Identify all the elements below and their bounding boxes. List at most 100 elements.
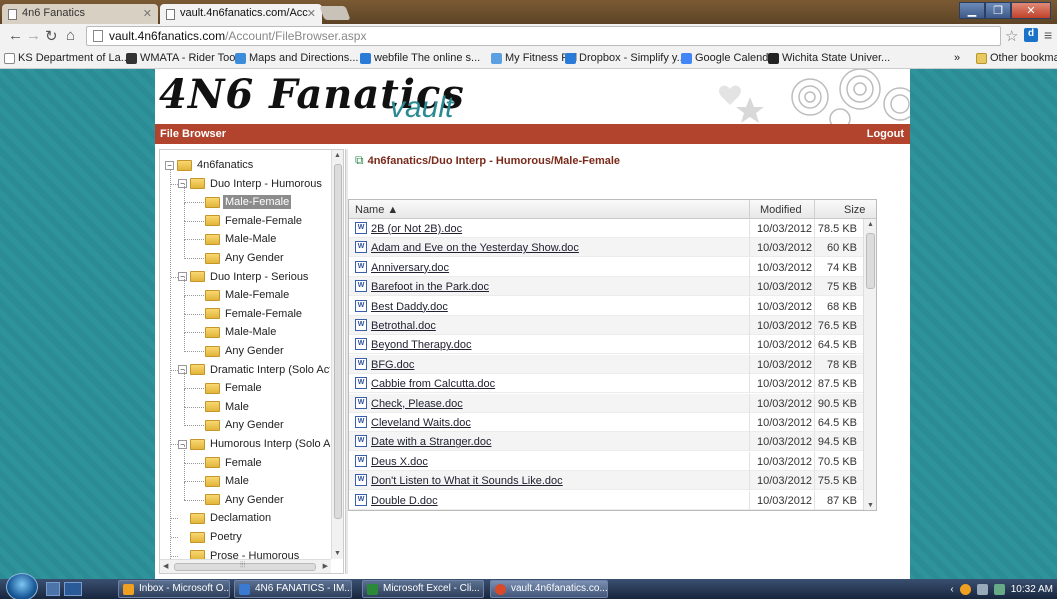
- clock[interactable]: 10:32 AM: [1011, 584, 1053, 595]
- scrollbar-thumb[interactable]: [334, 164, 342, 519]
- taskbar-item-outlook[interactable]: Inbox - Microsoft O...: [118, 580, 230, 598]
- tree-horizontal-scrollbar[interactable]: ◀ ⦙⦙⦙ ▶: [160, 559, 331, 573]
- minimize-button[interactable]: ▁: [959, 2, 985, 19]
- tree-node[interactable]: Female: [205, 379, 264, 397]
- file-name-link[interactable]: Beyond Therapy.doc: [371, 339, 472, 351]
- file-row[interactable]: W Anniversary.doc 10/03/2012 74 KB: [349, 257, 863, 277]
- file-row[interactable]: W Don't Listen to What it Sounds Like.doc…: [349, 471, 863, 491]
- bookmark-item[interactable]: Google Calendar: [681, 52, 778, 64]
- taskbar-item-chrome[interactable]: vault.4n6fanatics.co...: [490, 580, 608, 598]
- tree-node[interactable]: Female-Female: [205, 305, 304, 323]
- file-name-link[interactable]: Cleveland Waits.doc: [371, 417, 471, 429]
- column-header-modified[interactable]: Modified: [760, 204, 802, 216]
- file-row[interactable]: W Check, Please.doc 10/03/2012 90.5 KB: [349, 393, 863, 413]
- collapse-icon[interactable]: −: [178, 365, 187, 375]
- bookmark-item[interactable]: KS Department of La...: [4, 52, 130, 64]
- file-row[interactable]: W Cabbie from Calcutta.doc 10/03/2012 87.5 …: [349, 374, 863, 394]
- bookmark-item[interactable]: Wichita State Univer...: [768, 52, 890, 64]
- volume-icon[interactable]: [993, 583, 1005, 595]
- tree-node[interactable]: Poetry: [178, 528, 244, 546]
- tray-overflow-icon[interactable]: ‹: [950, 584, 953, 595]
- file-row[interactable]: W 2B (or Not 2B).doc 10/03/2012 78.5 KB: [349, 219, 863, 238]
- file-row[interactable]: W Deus X.doc 10/03/2012 70.5 KB: [349, 451, 863, 471]
- browser-tab-vault[interactable]: vault.4n6fanatics.com/Acc ✕: [160, 4, 322, 24]
- maximize-button[interactable]: ❐: [985, 2, 1011, 19]
- scroll-right-icon[interactable]: ▶: [323, 562, 328, 570]
- column-divider[interactable]: [814, 200, 815, 219]
- file-name-link[interactable]: Double D.doc: [371, 495, 438, 507]
- scroll-down-icon[interactable]: ▼: [867, 502, 874, 509]
- collapse-icon[interactable]: −: [178, 179, 187, 189]
- file-name-link[interactable]: 2B (or Not 2B).doc: [371, 223, 462, 235]
- file-name-link[interactable]: Adam and Eve on the Yesterday Show.doc: [371, 242, 579, 254]
- file-name-link[interactable]: Best Daddy.doc: [371, 301, 448, 313]
- tree-node[interactable]: Male-Male: [205, 323, 278, 341]
- tree-node[interactable]: Male-Female: [205, 286, 291, 304]
- window-close-button[interactable]: ✕: [1011, 2, 1051, 19]
- scrollbar-thumb[interactable]: [866, 233, 875, 289]
- tree-node[interactable]: Male: [205, 472, 251, 490]
- extension-icon[interactable]: d: [1024, 28, 1038, 42]
- tree-node[interactable]: − Humorous Interp (Solo Acting): [178, 435, 330, 453]
- menu-icon[interactable]: ≡: [1044, 27, 1052, 43]
- file-name-link[interactable]: BFG.doc: [371, 359, 414, 371]
- file-row[interactable]: W Barefoot in the Park.doc 10/03/2012 75 KB: [349, 277, 863, 297]
- quick-launch-icon[interactable]: [64, 582, 82, 596]
- reload-icon[interactable]: ↻: [45, 27, 58, 45]
- browser-tab-4n6-fanatics[interactable]: 4n6 Fanatics ✕: [2, 4, 158, 24]
- file-row[interactable]: W BFG.doc 10/03/2012 78 KB: [349, 354, 863, 374]
- file-name-link[interactable]: Betrothal.doc: [371, 320, 436, 332]
- tree-node[interactable]: Declamation: [178, 509, 273, 527]
- tree-node[interactable]: − Dramatic Interp (Solo Acting): [178, 361, 330, 379]
- tree-vertical-scrollbar[interactable]: ▲ ▼: [331, 150, 343, 559]
- tree-node[interactable]: Male: [205, 398, 251, 416]
- bookmark-item[interactable]: Maps and Directions...: [235, 52, 358, 64]
- file-row[interactable]: W Adam and Eve on the Yesterday Show.doc 1…: [349, 238, 863, 258]
- taskbar-item-im[interactable]: 4N6 FANATICS - IM...: [234, 580, 352, 598]
- show-desktop-icon[interactable]: [46, 582, 60, 596]
- file-name-link[interactable]: Date with a Stranger.doc: [371, 436, 491, 448]
- address-bar[interactable]: vault.4n6fanatics.com/Account/FileBrowse…: [86, 26, 1001, 46]
- tree-node[interactable]: − Duo Interp - Humorous: [178, 175, 324, 193]
- file-name-link[interactable]: Don't Listen to What it Sounds Like.doc: [371, 475, 563, 487]
- file-row[interactable]: W Best Daddy.doc 10/03/2012 68 KB: [349, 296, 863, 316]
- close-icon[interactable]: ✕: [307, 7, 316, 20]
- scroll-up-icon[interactable]: ▲: [867, 221, 874, 228]
- file-name-link[interactable]: Check, Please.doc: [371, 398, 463, 410]
- file-name-link[interactable]: Deus X.doc: [371, 456, 428, 468]
- tree-node[interactable]: Prose - Humorous: [178, 547, 301, 559]
- network-icon[interactable]: [976, 583, 988, 595]
- new-tab-button[interactable]: [319, 6, 351, 20]
- bookmark-star-icon[interactable]: ☆: [1005, 27, 1018, 45]
- tree-node[interactable]: Female-Female: [205, 212, 304, 230]
- file-name-link[interactable]: Cabbie from Calcutta.doc: [371, 378, 495, 390]
- tree-node[interactable]: Male-Male: [205, 230, 278, 248]
- tree-node[interactable]: Any Gender: [205, 491, 286, 509]
- other-bookmarks-folder[interactable]: Other bookmarks: [976, 52, 1057, 64]
- tree-node[interactable]: Any Gender: [205, 342, 286, 360]
- close-icon[interactable]: ✕: [143, 7, 152, 20]
- home-icon[interactable]: ⌂: [66, 27, 75, 44]
- column-header-name[interactable]: Name ▲: [355, 204, 398, 216]
- file-row[interactable]: W Cleveland Waits.doc 10/03/2012 64.5 KB: [349, 413, 863, 432]
- scroll-down-icon[interactable]: ▼: [334, 550, 341, 557]
- collapse-icon[interactable]: −: [178, 272, 187, 282]
- scroll-left-icon[interactable]: ◀: [163, 562, 168, 570]
- logout-link[interactable]: Logout: [867, 128, 904, 140]
- bookmark-item[interactable]: Dropbox - Simplify y...: [565, 52, 686, 64]
- file-row[interactable]: W Double D.doc 10/03/2012 87 KB: [349, 490, 863, 510]
- back-arrow-icon[interactable]: ←: [8, 27, 23, 44]
- scroll-up-icon[interactable]: ▲: [334, 152, 341, 159]
- column-header-size[interactable]: Size: [844, 204, 865, 216]
- grid-vertical-scrollbar[interactable]: ▲ ▼: [863, 219, 876, 510]
- collapse-icon[interactable]: −: [165, 160, 174, 170]
- tree-node-root[interactable]: − 4n6fanatics: [165, 156, 255, 174]
- tree-node[interactable]: Male-Female: [205, 193, 292, 211]
- file-row[interactable]: W Date with a Stranger.doc 10/03/2012 94.5 …: [349, 432, 863, 452]
- bookmark-item[interactable]: WMATA - Rider Too...: [126, 52, 245, 64]
- file-row[interactable]: W Beyond Therapy.doc 10/03/2012 64.5 KB: [349, 335, 863, 355]
- file-name-link[interactable]: Anniversary.doc: [371, 262, 449, 274]
- collapse-icon[interactable]: −: [178, 439, 187, 449]
- start-button[interactable]: [6, 573, 38, 599]
- tree-node[interactable]: Any Gender: [205, 416, 286, 434]
